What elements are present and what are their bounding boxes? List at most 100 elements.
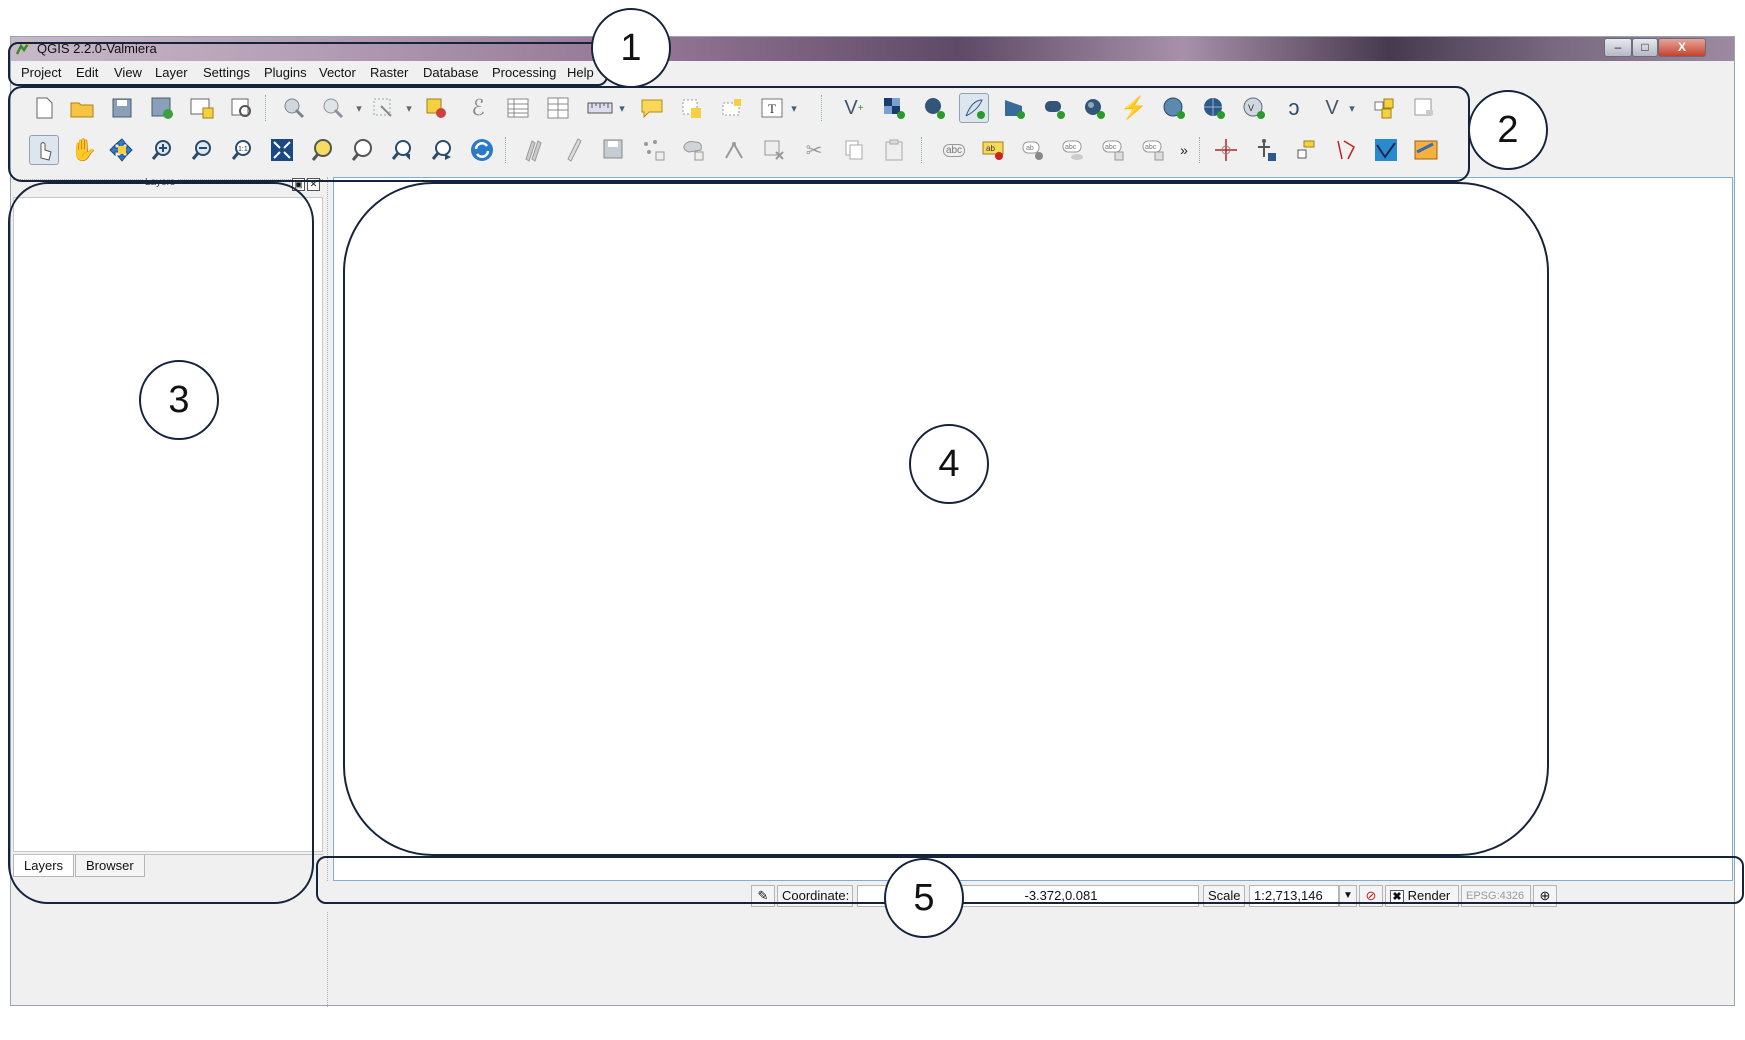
menu-project[interactable]: Project [21,65,61,80]
composer-manager-icon[interactable] [227,93,257,123]
zoom-out-icon[interactable] [187,135,217,165]
add-feature-icon[interactable] [639,135,669,165]
tab-layers[interactable]: Layers [13,855,75,877]
zoom-last-icon[interactable] [387,135,417,165]
text-tool-icon[interactable]: T [757,93,787,123]
show-hide-labels-icon[interactable]: ab [1019,135,1049,165]
road-graph-icon[interactable] [1331,135,1361,165]
refresh-icon[interactable] [467,135,497,165]
identify-icon[interactable] [279,93,309,123]
menu-layer[interactable]: Layer [155,65,188,80]
form-annotation-icon[interactable] [717,93,747,123]
undock-icon[interactable]: ▣ [292,178,305,191]
render-checkbox-icon[interactable]: ✖ [1390,890,1404,904]
deselect-icon[interactable] [421,93,451,123]
new-spatialite-icon[interactable] [1369,93,1399,123]
pan-touch-icon[interactable] [29,135,59,165]
open-project-icon[interactable] [67,93,97,123]
tab-browser[interactable]: Browser [75,855,145,877]
add-delimited-text-icon[interactable] [1079,93,1109,123]
menu-view[interactable]: View [114,65,142,80]
add-spatialite-layer-icon[interactable] [959,93,989,123]
text-tool-dropdown-icon[interactable]: ▾ [787,93,801,123]
select-dropdown-icon[interactable]: ▾ [351,93,367,123]
add-vector-layer-icon[interactable]: V + [839,93,869,123]
measure-icon[interactable] [585,93,615,123]
add-wfs-layer-icon[interactable] [1199,93,1229,123]
move-feature-icon[interactable] [679,135,709,165]
select-mode-dropdown-icon[interactable]: ▾ [401,93,417,123]
scale-field[interactable]: 1:2,713,146 [1249,885,1339,907]
render-toggle[interactable]: ✖ Render [1385,885,1459,907]
maximize-button[interactable]: □ [1632,38,1658,57]
crs-status[interactable]: EPSG:4326 [1461,885,1531,907]
layers-panel-header[interactable]: Layers ▣ ✕ [13,177,323,193]
delete-selected-icon[interactable] [759,135,789,165]
plugin-icon[interactable] [1409,93,1439,123]
move-label-icon[interactable]: abc [1059,135,1089,165]
field-calculator-icon[interactable]: ℰ [463,93,493,123]
menu-processing[interactable]: Processing [492,65,556,80]
new-gpx-icon[interactable]: ↄ [1279,93,1309,123]
new-layer-dropdown-icon[interactable]: ▾ [1345,93,1359,123]
menu-plugins[interactable]: Plugins [264,65,307,80]
save-as-icon[interactable] [147,93,177,123]
node-tool-icon[interactable] [719,135,749,165]
pan-icon[interactable]: ✋ [69,135,99,165]
pin-labels-icon[interactable]: ab [979,135,1009,165]
copy-features-icon[interactable] [839,135,869,165]
annotation-icon[interactable] [637,93,667,123]
zoom-next-icon[interactable] [427,135,457,165]
label-icon[interactable]: abc [939,135,969,165]
minimize-button[interactable]: – [1604,38,1632,57]
menu-database[interactable]: Database [423,65,479,80]
map-canvas[interactable] [333,177,1733,881]
cut-features-icon[interactable]: ✂ [799,135,829,165]
add-oracle-layer-icon[interactable] [1039,93,1069,123]
zoom-to-layer-icon[interactable] [307,135,337,165]
add-raster-layer-icon[interactable] [879,93,909,123]
heatmap-icon[interactable] [1371,135,1401,165]
add-mssql-layer-icon[interactable] [999,93,1029,123]
gps-icon[interactable] [1211,135,1241,165]
add-postgis-layer-icon[interactable] [919,93,949,123]
close-button[interactable]: X [1658,38,1706,57]
georeferencer-icon[interactable] [1291,135,1321,165]
pan-to-selection-icon[interactable] [107,135,137,165]
statistics-icon[interactable] [543,93,573,123]
layers-tree[interactable] [13,197,323,852]
save-project-icon[interactable] [107,93,137,123]
coordinate-capture-icon[interactable] [1411,135,1441,165]
text-annotation-icon[interactable] [677,93,707,123]
measure-dropdown-icon[interactable]: ▾ [615,93,629,123]
paste-features-icon[interactable] [879,135,909,165]
crs-globe-icon[interactable]: ⊕ [1533,885,1557,907]
select-by-rectangle-icon[interactable] [369,93,399,123]
rotate-label-icon[interactable]: abc [1099,135,1129,165]
add-virtual-layer-icon[interactable]: V [1239,93,1269,123]
current-edits-icon[interactable] [519,135,549,165]
change-label-icon[interactable]: abc [1139,135,1169,165]
new-project-icon[interactable] [29,93,59,123]
toggle-edit-icon[interactable] [559,135,589,165]
scale-dropdown-icon[interactable]: ▼ [1339,885,1357,907]
save-edits-icon[interactable] [599,135,629,165]
attribute-table-icon[interactable] [503,93,533,123]
menu-raster[interactable]: Raster [370,65,408,80]
title-bar[interactable]: QGIS 2.2.0-Valmiera – □ X [11,37,1734,61]
menu-settings[interactable]: Settings [203,65,250,80]
zoom-native-icon[interactable]: 1:1 [227,135,257,165]
select-icon[interactable] [319,93,349,123]
close-panel-icon[interactable]: ✕ [307,178,320,191]
zoom-full-icon[interactable] [267,135,297,165]
more-icon[interactable]: » [1175,135,1193,165]
new-print-composer-icon[interactable] [187,93,217,123]
add-wcs-layer-icon[interactable] [1159,93,1189,123]
stop-render-icon[interactable]: ⊘ [1359,885,1383,907]
add-wms-layer-icon[interactable]: ⚡ [1119,93,1149,123]
zoom-to-selection-icon[interactable] [347,135,377,165]
zoom-in-icon[interactable] [147,135,177,165]
menu-edit[interactable]: Edit [76,65,98,80]
new-shapefile-icon[interactable]: V [1317,93,1347,123]
menu-vector[interactable]: Vector [319,65,356,80]
